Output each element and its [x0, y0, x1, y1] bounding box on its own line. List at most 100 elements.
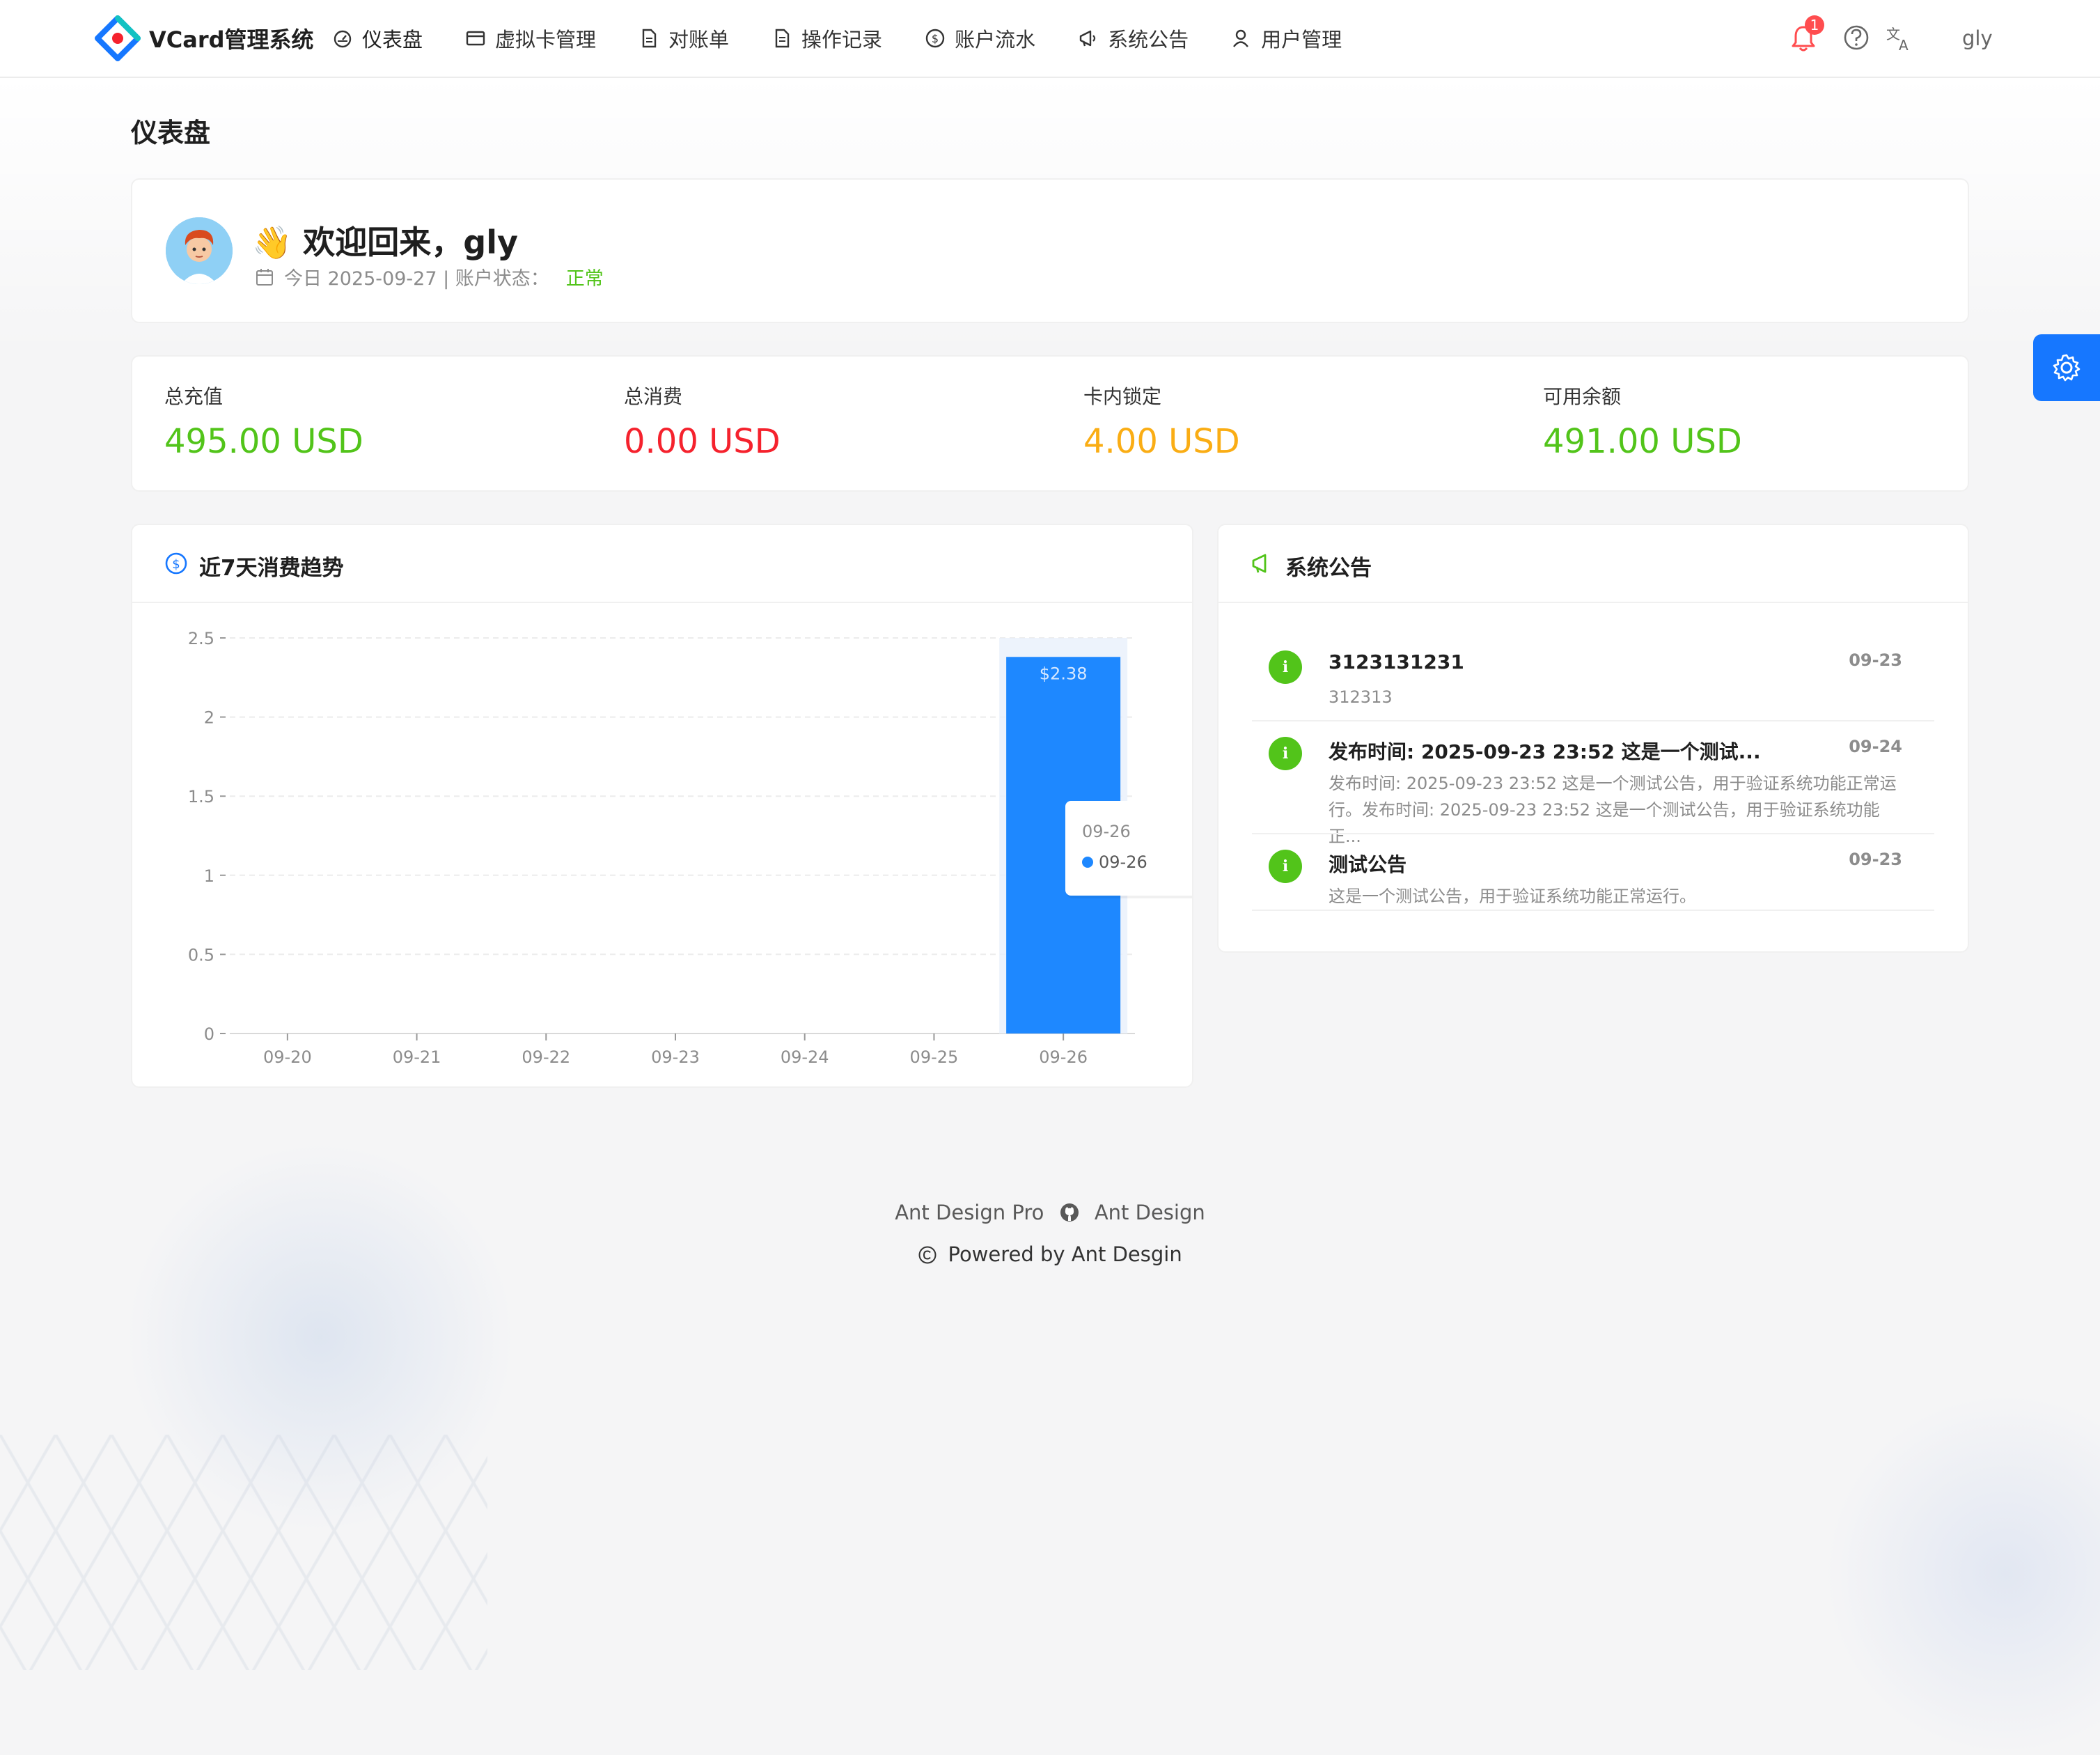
footer-links: Ant Design Pro Ant Design — [0, 1201, 2100, 1224]
bar-data-label: $2.38 — [1040, 664, 1088, 683]
avatar[interactable] — [166, 217, 233, 284]
notice-title: 3123131231 — [1329, 650, 1464, 673]
stat-available-balance: 可用余额 491.00 USD — [1543, 382, 1742, 461]
date-text: 今日 2025-09-27 | 账户状态： — [284, 268, 549, 290]
nav-item-statements[interactable]: 对账单 — [638, 0, 729, 77]
notice-desc: 312313 — [1329, 687, 1393, 707]
y-tick-label: 0.5 — [188, 945, 214, 965]
file-icon — [638, 27, 660, 49]
copyright-icon — [918, 1246, 937, 1264]
chart-tooltip — [1065, 801, 1192, 896]
x-tick-label: 09-24 — [781, 1047, 829, 1067]
welcome-subline: 今日 2025-09-27 | 账户状态： 正常 — [255, 263, 604, 290]
y-tick-label: 1 — [204, 866, 214, 886]
user-icon — [1230, 27, 1253, 49]
card-title: 系统公告 — [1285, 556, 1372, 581]
notice-title: 测试公告 — [1329, 853, 1407, 876]
nav-label: 对账单 — [668, 28, 730, 52]
nav-item-dashboard[interactable]: 仪表盘 — [331, 0, 423, 77]
stat-value: 4.00 USD — [1083, 422, 1240, 461]
stat-total-consumption: 总消费 0.00 USD — [624, 382, 781, 461]
footer-link-pro[interactable]: Ant Design Pro — [895, 1201, 1044, 1224]
tooltip-marker — [1082, 857, 1093, 868]
info-icon: i — [1269, 650, 1302, 684]
stat-value: 495.00 USD — [164, 422, 363, 461]
dollar-circle-icon: $ — [165, 552, 187, 575]
github-icon[interactable] — [1059, 1202, 1080, 1223]
divider — [1252, 833, 1934, 834]
stat-label: 总消费 — [624, 385, 683, 408]
dollar-icon: $ — [924, 27, 946, 49]
greeting-text: 欢迎回来，gly — [303, 224, 518, 261]
svg-text:A: A — [1899, 37, 1909, 53]
translate-icon[interactable]: 文 A — [1884, 24, 1913, 53]
y-tick-label: 1.5 — [188, 787, 214, 806]
megaphone-icon — [1252, 554, 1267, 573]
y-tick-label: 2.5 — [188, 629, 214, 648]
svg-text:文: 文 — [1886, 26, 1900, 42]
svg-text:$: $ — [172, 557, 180, 572]
notice-date: 09-23 — [1849, 850, 1902, 869]
nav-item-virtual-cards[interactable]: 虚拟卡管理 — [464, 0, 596, 77]
stat-value: 0.00 USD — [624, 422, 781, 461]
nav-item-operation-logs[interactable]: 操作记录 — [771, 0, 882, 77]
x-tick-label: 09-22 — [522, 1047, 570, 1067]
main-nav: 仪表盘 虚拟卡管理 对账单 操作记录 $ 账户流水 系统公告 用户管理 — [331, 0, 1384, 77]
notice-title: 发布时间: 2025-09-23 23:52 这是一个测试... — [1329, 740, 1761, 763]
notice-item[interactable]: i 3123131231 09-23 312313 — [1252, 641, 1934, 717]
app-title[interactable]: VCard管理系统 — [149, 22, 314, 54]
x-tick-label: 09-26 — [1039, 1047, 1088, 1067]
account-status: 正常 — [565, 268, 604, 290]
stat-label: 可用余额 — [1543, 385, 1622, 408]
nav-label: 账户流水 — [955, 28, 1036, 52]
footer-link-antd[interactable]: Ant Design — [1095, 1201, 1205, 1224]
x-tick-label: 09-25 — [910, 1047, 959, 1067]
settings-drawer-button[interactable] — [2033, 334, 2100, 401]
nav-label: 虚拟卡管理 — [495, 28, 597, 52]
stat-label: 总充值 — [164, 385, 224, 408]
card-header: $ 近7天消费趋势 — [132, 525, 1192, 603]
nav-label: 仪表盘 — [362, 28, 423, 52]
svg-text:$: $ — [932, 32, 939, 45]
divider — [1252, 720, 1934, 722]
y-tick-label: 2 — [204, 708, 214, 728]
info-icon: i — [1269, 737, 1302, 770]
x-tick-label: 09-21 — [393, 1047, 441, 1067]
megaphone-icon — [1077, 27, 1099, 49]
nav-label: 用户管理 — [1261, 28, 1342, 52]
nav-item-user-management[interactable]: 用户管理 — [1230, 0, 1342, 77]
footer-copyright: Powered by Ant Desgin — [0, 1242, 2100, 1266]
stat-card-locked: 卡内锁定 4.00 USD — [1083, 382, 1240, 461]
nav-label: 系统公告 — [1108, 28, 1189, 52]
announcements-card: 系统公告 i 3123131231 09-23 312313 i 发布时间: 2… — [1217, 524, 1969, 953]
logo-icon[interactable] — [95, 15, 141, 61]
notice-desc: 这是一个测试公告，用于验证系统功能正常运行。 — [1329, 887, 1696, 906]
notice-desc: 发布时间: 2025-09-23 23:52 这是一个测试公告，用于验证系统功能… — [1329, 774, 1897, 846]
notice-item[interactable]: i 测试公告 09-23 这是一个测试公告，用于验证系统功能正常运行。 — [1252, 840, 1934, 916]
bar-chart[interactable]: 0 0.5 1 1.5 2 2.5 09-20 09-21 09-22 09-23 09-24 09-… — [132, 602, 1192, 1086]
stat-total-recharge: 总充值 495.00 USD — [164, 382, 363, 461]
info-icon: i — [1269, 850, 1302, 883]
y-tick-label: 0 — [204, 1024, 214, 1044]
stats-card: 总充值 495.00 USD 总消费 0.00 USD 卡内锁定 4.00 US… — [131, 355, 1969, 492]
nav-item-account-flow[interactable]: $ 账户流水 — [924, 0, 1035, 77]
card-title: 近7天消费趋势 — [199, 556, 344, 581]
wave-emoji: 👋 — [252, 224, 292, 261]
notice-date: 09-23 — [1849, 650, 1902, 670]
tooltip-title: 09-26 — [1082, 822, 1131, 841]
x-tick-label: 09-20 — [263, 1047, 312, 1067]
calendar-icon — [256, 268, 273, 286]
notice-date: 09-24 — [1849, 737, 1902, 756]
notice-item[interactable]: i 发布时间: 2025-09-23 23:52 这是一个测试... 09-24… — [1252, 727, 1934, 846]
dashboard-icon — [331, 27, 354, 49]
consumption-trend-card: $ 近7天消费趋势 0 0.5 1 1.5 2 2.5 09-20 09-21 09-22 09-… — [131, 524, 1193, 1088]
help-icon[interactable] — [1842, 24, 1870, 52]
copyright-text: Powered by Ant Desgin — [948, 1242, 1182, 1266]
stat-label: 卡内锁定 — [1083, 385, 1162, 408]
top-header: VCard管理系统 仪表盘 虚拟卡管理 对账单 操作记录 $ 账户流水 系统公告… — [0, 0, 2100, 78]
nav-item-announcements[interactable]: 系统公告 — [1077, 0, 1189, 77]
user-menu[interactable]: gly — [1962, 26, 1993, 50]
credit-card-icon — [464, 27, 487, 49]
welcome-card: 👋 欢迎回来，gly 今日 2025-09-27 | 账户状态： 正常 — [131, 178, 1969, 323]
gear-icon — [2053, 354, 2081, 382]
